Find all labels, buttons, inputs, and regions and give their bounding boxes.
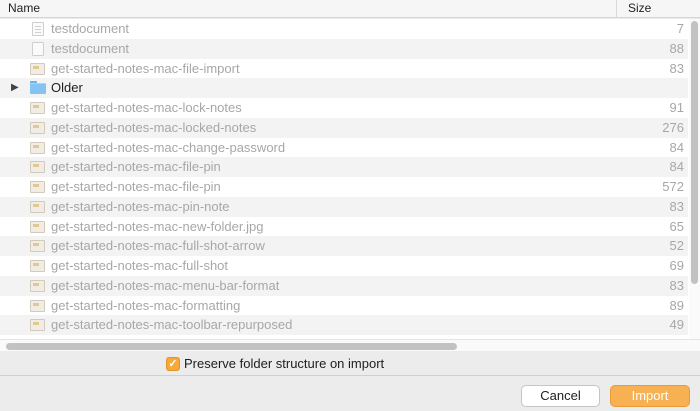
cancel-button[interactable]: Cancel xyxy=(521,385,600,407)
file-name: get-started-notes-mac-full-shot-arrow xyxy=(51,238,265,254)
image-file-icon xyxy=(30,121,45,134)
file-name: get-started-notes-mac-change-password xyxy=(51,139,286,155)
file-row[interactable]: get-started-notes-mac-file-pin 572 xyxy=(0,177,688,197)
file-name: get-started-notes-mac-file-pin xyxy=(51,179,221,194)
disclosure-triangle-icon[interactable]: ▶ xyxy=(11,82,19,93)
size-column-header[interactable]: Size xyxy=(618,0,700,18)
vertical-scrollbar[interactable] xyxy=(689,19,700,339)
column-header: Name Size xyxy=(0,0,700,18)
document-icon xyxy=(32,41,44,56)
file-size: 83 xyxy=(669,60,684,76)
file-size: 83 xyxy=(669,198,684,214)
file-row[interactable]: get-started-notes-mac-formatting 89 xyxy=(0,296,688,316)
file-name: get-started-notes-mac-menu-bar-format xyxy=(51,277,280,293)
file-name: get-started-notes-mac-file-pin xyxy=(51,159,221,175)
file-row[interactable]: get-started-notes-mac-locked-notes 276 xyxy=(0,117,688,138)
file-name: get-started-notes-mac-locked-notes xyxy=(51,119,257,135)
file-size: 276 xyxy=(662,119,684,135)
file-name: get-started-notes-mac-toolbar-repurposed xyxy=(51,317,293,333)
file-name: get-started-notes-mac-lock-notes xyxy=(51,100,242,115)
file-size: 91 xyxy=(669,100,684,115)
file-size: 65 xyxy=(669,218,684,234)
file-size: 83 xyxy=(669,277,684,293)
file-size: 7 xyxy=(676,21,684,36)
file-row[interactable]: get-started-notes-mac-toolbar-repurposed… xyxy=(0,315,688,335)
image-file-icon xyxy=(30,141,45,154)
preserve-folder-structure-label: Preserve folder structure on import xyxy=(184,356,385,371)
document-icon xyxy=(32,22,44,36)
file-size: 89 xyxy=(669,297,684,313)
file-row[interactable]: get-started-notes-mac-lock-notes 91 xyxy=(0,98,688,118)
image-file-icon xyxy=(30,220,45,233)
horizontal-scroll-thumb[interactable] xyxy=(6,343,457,350)
image-file-icon xyxy=(30,279,45,292)
file-name: testdocument xyxy=(51,40,130,56)
horizontal-scrollbar[interactable] xyxy=(0,339,700,351)
file-row[interactable]: testdocument 88 xyxy=(0,38,688,59)
image-file-icon xyxy=(30,102,45,114)
file-size: 572 xyxy=(662,179,684,194)
image-file-icon xyxy=(30,62,45,75)
image-file-icon xyxy=(30,299,45,312)
file-list: testdocument 7 testdocument 88 get-started-n… xyxy=(0,19,700,339)
file-row[interactable]: get-started-notes-mac-menu-bar-format 83 xyxy=(0,275,688,296)
file-size: 84 xyxy=(669,159,684,175)
file-name: get-started-notes-mac-formatting xyxy=(51,297,241,313)
name-column-header[interactable]: Name xyxy=(0,0,617,18)
file-row[interactable]: get-started-notes-mac-new-folder.jpg 65 xyxy=(0,217,688,237)
divider xyxy=(0,375,700,376)
image-file-icon xyxy=(30,161,45,174)
file-row[interactable]: get-started-notes-mac-pin-note 83 xyxy=(0,196,688,217)
file-size: 69 xyxy=(669,258,684,273)
file-size: 49 xyxy=(669,317,684,333)
file-row[interactable]: testdocument 7 xyxy=(0,19,688,39)
file-size: 52 xyxy=(669,238,684,254)
file-row[interactable]: get-started-notes-mac-full-shot 69 xyxy=(0,256,688,276)
import-button[interactable]: Import xyxy=(610,385,690,407)
image-file-icon xyxy=(30,240,45,253)
folder-row[interactable]: ▶ Older xyxy=(0,78,688,98)
file-row[interactable]: get-started-notes-mac-full-shot-arrow 52 xyxy=(0,236,688,256)
image-file-icon xyxy=(30,181,45,193)
file-row[interactable]: get-started-notes-mac-change-password 84 xyxy=(0,138,688,158)
file-name: testdocument xyxy=(51,21,130,36)
file-size: 84 xyxy=(669,139,684,155)
file-name: get-started-notes-mac-full-shot xyxy=(51,258,229,273)
file-size: 88 xyxy=(669,40,684,56)
file-name: Older xyxy=(51,80,83,96)
preserve-folder-structure-checkbox[interactable]: ✓ xyxy=(166,357,180,371)
file-row[interactable]: get-started-notes-mac-file-import 83 xyxy=(0,59,688,79)
file-row[interactable]: get-started-notes-mac-file-pin 84 xyxy=(0,157,688,177)
file-name: get-started-notes-mac-new-folder.jpg xyxy=(51,218,264,234)
image-file-icon xyxy=(30,319,45,332)
vertical-scroll-thumb[interactable] xyxy=(691,21,698,284)
file-name: get-started-notes-mac-pin-note xyxy=(51,198,230,214)
file-name: get-started-notes-mac-file-import xyxy=(51,60,240,76)
image-file-icon xyxy=(30,260,45,272)
image-file-icon xyxy=(30,200,45,213)
folder-icon xyxy=(30,81,46,95)
